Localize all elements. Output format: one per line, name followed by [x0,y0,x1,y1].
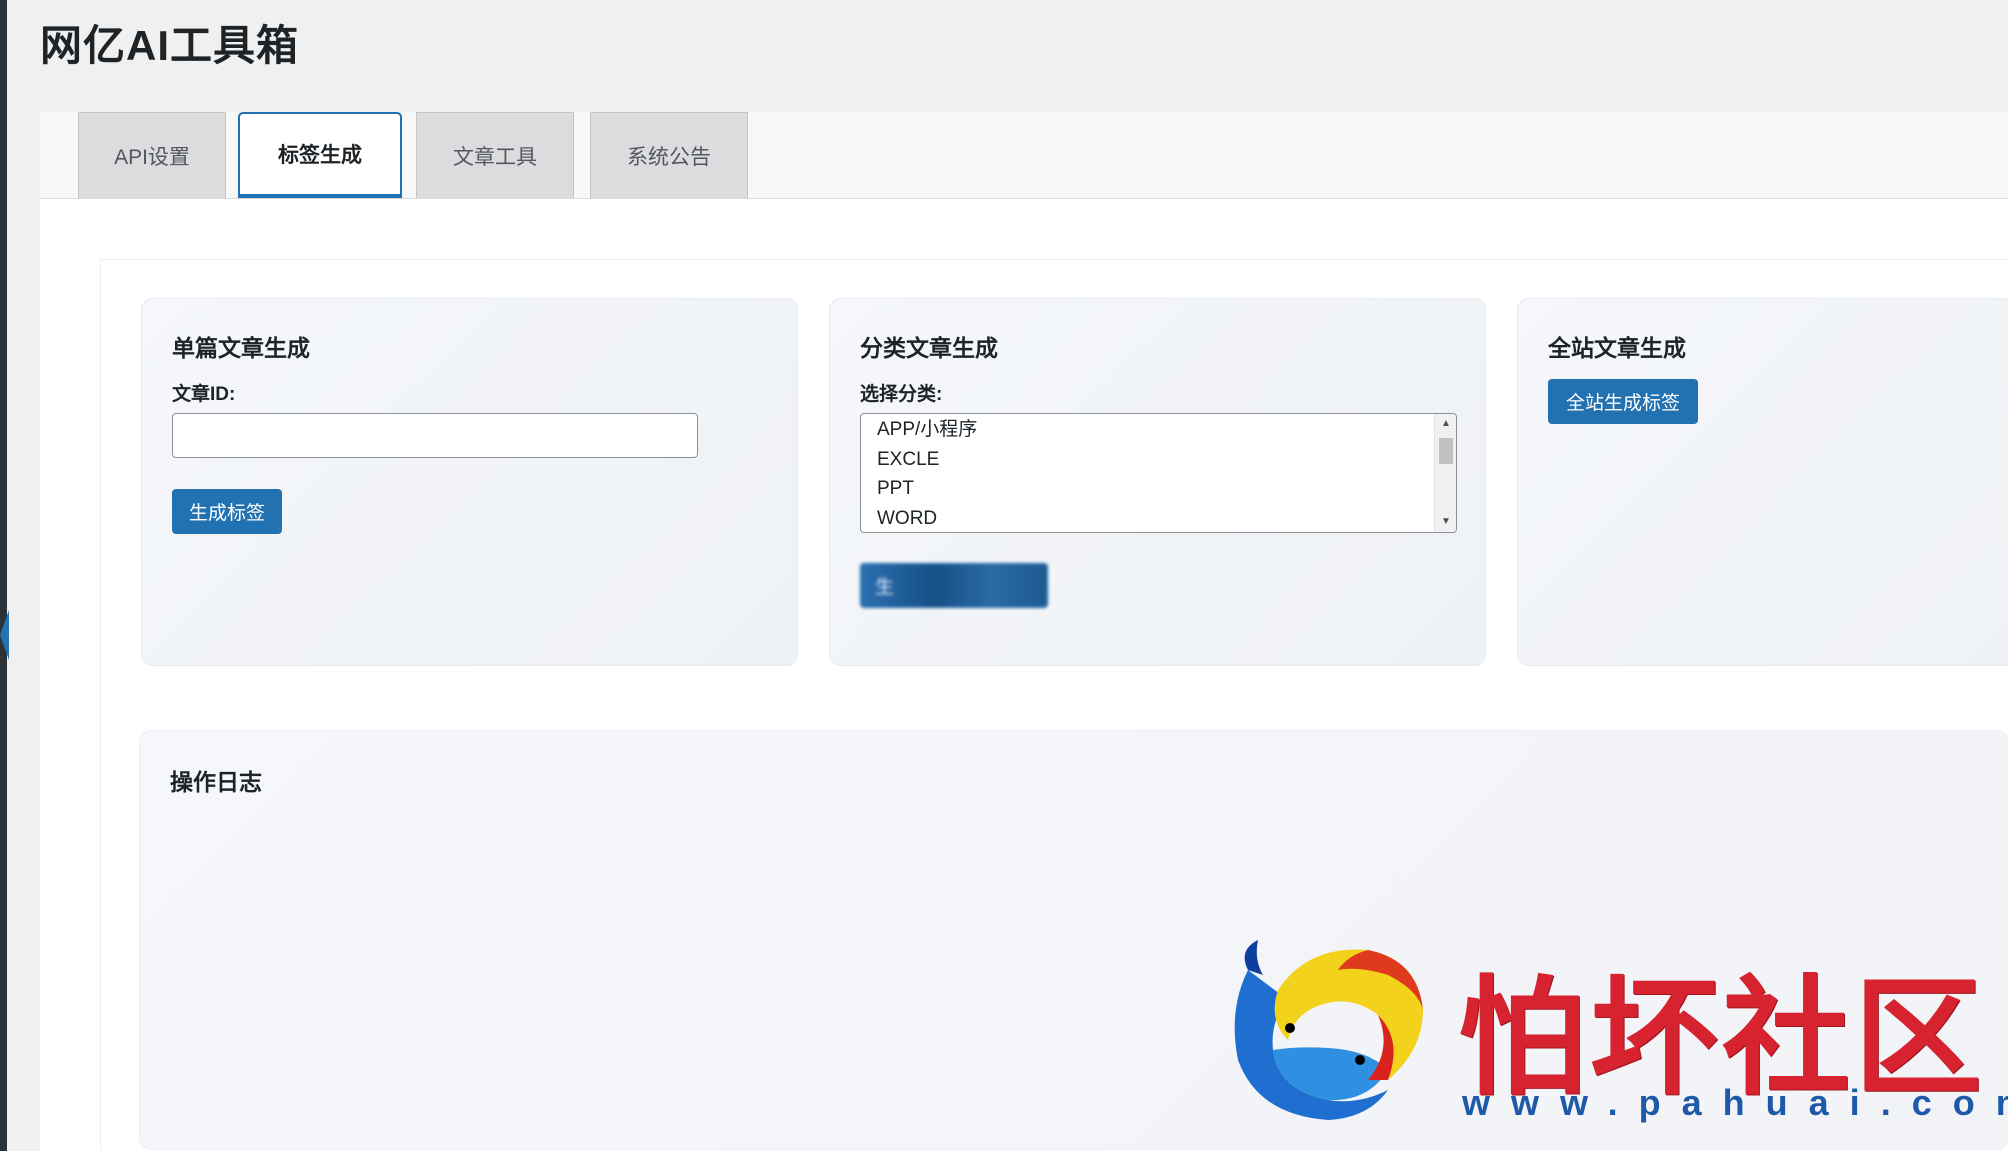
listbox-scrollbar[interactable]: ▲ ▼ [1434,414,1456,532]
tab-article-tools[interactable]: 文章工具 [416,112,574,198]
tab-bar: API设置 标签生成 文章工具 系统公告 [40,112,2008,199]
category-option[interactable]: PPT [861,474,1431,504]
article-id-label: 文章ID: [172,384,236,405]
category-option[interactable]: EXCLE [861,445,1431,475]
tab-tag-generation[interactable]: 标签生成 [238,112,402,198]
select-category-label: 选择分类: [860,384,943,405]
watermark-url: www.pahuai.com [1462,1082,2008,1123]
category-listbox[interactable]: APP/小程序 EXCLE PPT WORD ▲ ▼ [860,413,1457,533]
scroll-down-arrow-icon[interactable]: ▼ [1440,516,1452,528]
operation-log-title: 操作日志 [170,769,262,795]
scroll-thumb[interactable] [1439,438,1453,464]
single-article-title: 单篇文章生成 [172,335,310,361]
category-article-card: 分类文章生成 选择分类: APP/小程序 EXCLE PPT WORD ▲ ▼ … [829,298,1486,666]
fish-logo-icon [1234,940,1423,1120]
single-article-card: 单篇文章生成 文章ID: 生成标签 [141,298,798,666]
category-options: APP/小程序 EXCLE PPT WORD [861,414,1431,533]
generate-tags-button[interactable]: 生成标签 [172,489,282,534]
article-id-input[interactable] [172,413,698,458]
site-article-title: 全站文章生成 [1548,335,1686,361]
admin-sidebar-edge [0,0,7,1151]
generate-category-tags-button[interactable]: 生 [860,563,1048,608]
generate-site-tags-button[interactable]: 全站生成标签 [1548,379,1698,424]
category-article-title: 分类文章生成 [860,335,998,361]
scroll-up-arrow-icon[interactable]: ▲ [1440,418,1452,430]
page-title: 网亿AI工具箱 [40,22,300,69]
tab-system-notice[interactable]: 系统公告 [590,112,748,198]
site-article-card: 全站文章生成 全站生成标签 [1517,298,2008,666]
category-option[interactable]: WORD [861,504,1431,533]
tab-api-settings[interactable]: API设置 [78,112,226,198]
category-option[interactable]: APP/小程序 [861,415,1431,445]
watermark: 怕坏社区 www.pahuai.com [1218,930,2008,1130]
